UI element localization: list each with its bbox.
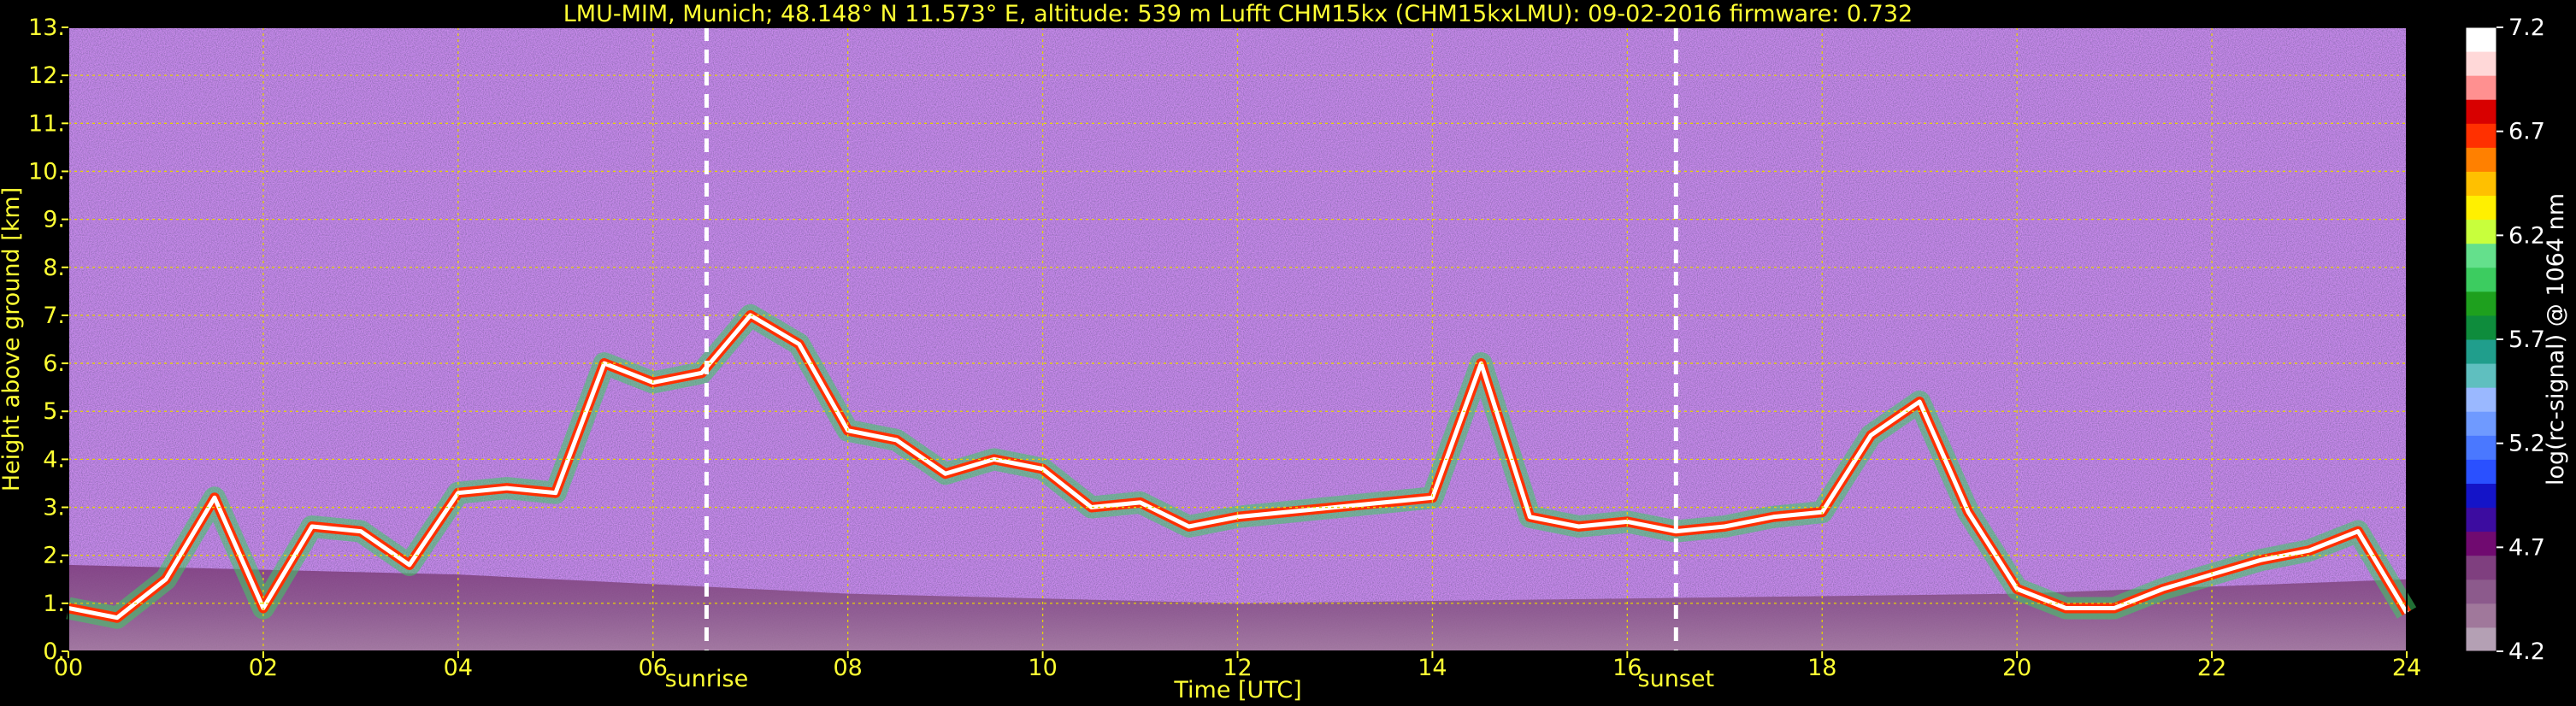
x-tick-label: 04 xyxy=(444,655,473,681)
y-tick-label: 3. xyxy=(43,495,65,521)
colorbar-swatch xyxy=(2466,75,2496,100)
x-tick-label: 24 xyxy=(2392,655,2421,681)
colorbar-swatch xyxy=(2466,531,2496,556)
colorbar-swatch xyxy=(2466,435,2496,460)
y-tick-label: 7. xyxy=(43,303,65,329)
y-tick-label: 4. xyxy=(43,446,65,473)
colorbar-tick-label: 6.2 xyxy=(2508,222,2545,249)
colorbar-tick-label: 6.7 xyxy=(2508,119,2545,145)
chart-title: LMU-MIM, Munich; 48.148° N 11.573° E, al… xyxy=(563,1,1913,27)
colorbar-swatch xyxy=(2466,459,2496,484)
x-tick-label: 10 xyxy=(1028,655,1057,681)
colorbar-swatch xyxy=(2466,507,2496,532)
x-tick-label: 16 xyxy=(1612,655,1642,681)
colorbar-swatch xyxy=(2466,363,2496,388)
colorbar-swatch xyxy=(2466,483,2496,509)
colorbar-swatch xyxy=(2466,147,2496,172)
ceilometer-chart: LMU-MIM, Munich; 48.148° N 11.573° E, al… xyxy=(0,1,2569,703)
colorbar-swatch xyxy=(2466,627,2496,652)
colorbar-swatch xyxy=(2466,387,2496,412)
x-tick-label: 20 xyxy=(2002,655,2031,681)
y-tick-label: 0. xyxy=(43,638,65,665)
y-tick-label: 8. xyxy=(43,255,65,281)
colorbar-swatch xyxy=(2466,99,2496,124)
colorbar-swatch xyxy=(2466,291,2496,316)
colorbar-swatch xyxy=(2466,195,2496,221)
y-tick-label: 11. xyxy=(28,110,65,137)
y-tick-label: 10. xyxy=(28,158,65,185)
colorbar: 7.2 6.7 6.2 5.7 5.2 4.7 4.2 xyxy=(2465,15,2545,665)
colorbar-tick-label: 7.2 xyxy=(2508,15,2545,41)
colorbar-swatch xyxy=(2466,219,2496,244)
colorbar-swatch xyxy=(2466,123,2496,148)
colorbar-swatch xyxy=(2466,339,2496,364)
y-tick-label: 12. xyxy=(28,62,65,89)
colorbar-swatch xyxy=(2466,579,2496,604)
colorbar-swatch xyxy=(2466,243,2496,268)
plot-area: sunrise sunset xyxy=(66,26,2417,692)
y-tick-label: 2. xyxy=(43,543,65,569)
colorbar-swatch xyxy=(2466,171,2496,197)
colorbar-swatch xyxy=(2466,603,2496,628)
sunrise-label: sunrise xyxy=(665,666,749,692)
y-tick-label: 9. xyxy=(43,207,65,233)
x-tick-label: 22 xyxy=(2197,655,2226,681)
y-tick-label: 5. xyxy=(43,398,65,425)
x-tick-label: 08 xyxy=(833,655,862,681)
x-tick-label: 02 xyxy=(249,655,278,681)
colorbar-swatch xyxy=(2466,27,2496,52)
colorbar-swatch xyxy=(2466,411,2496,436)
y-tick-label: 13. xyxy=(28,15,65,41)
x-tick-label: 14 xyxy=(1418,655,1447,681)
x-tick-label: 06 xyxy=(639,655,668,681)
colorbar-swatch xyxy=(2466,315,2496,340)
colorbar-tick-label: 4.7 xyxy=(2508,534,2545,561)
x-tick-label: 18 xyxy=(1807,655,1836,681)
colorbar-tick-label: 5.7 xyxy=(2508,327,2545,353)
colorbar-swatch xyxy=(2466,51,2496,76)
colorbar-tick-label: 4.2 xyxy=(2508,638,2545,665)
colorbar-tick-label: 5.2 xyxy=(2508,431,2545,457)
x-axis-label: Time [UTC] xyxy=(1173,677,1301,703)
colorbar-swatch xyxy=(2466,267,2496,292)
y-axis-label: Height above ground [km] xyxy=(0,187,25,491)
y-tick-label: 1. xyxy=(43,591,65,617)
colorbar-swatch xyxy=(2466,555,2496,580)
y-tick-label: 6. xyxy=(43,350,65,377)
y-axis: 0. 1. 2. 3. 4. 5. 6. 7. 8. 9. 10. 11. 12. 13. xyxy=(28,15,68,665)
sunset-label: sunset xyxy=(1638,666,1715,692)
colorbar-label: log(rc-signal) @ 1064 nm xyxy=(2543,193,2569,485)
